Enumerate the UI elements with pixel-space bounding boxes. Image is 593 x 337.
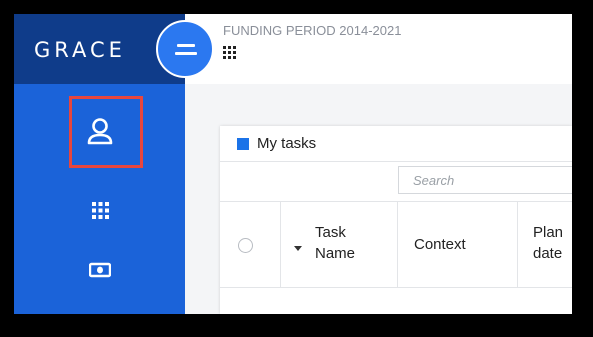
menu-toggle-button[interactable]: [156, 20, 214, 78]
column-header-context[interactable]: Context: [414, 234, 466, 255]
user-icon: [87, 118, 113, 145]
column-divider: [280, 202, 281, 288]
column-header-planned-line2: date: [533, 245, 563, 262]
column-divider: [397, 202, 398, 288]
screenshot-frame: GRACE FUNDING PERIOD 2014-2021 My tasks …: [0, 0, 593, 337]
sidebar-item-finance[interactable]: [82, 252, 118, 288]
sidebar-item-profile[interactable]: [82, 114, 118, 150]
card-header: My tasks: [220, 126, 572, 162]
table-header-row: Task Name Context Plan date: [220, 202, 572, 288]
my-tasks-card: My tasks Task Name Context Plan date: [220, 126, 572, 314]
search-input[interactable]: [398, 166, 572, 194]
hamburger-icon-bar: [175, 52, 197, 55]
column-divider: [517, 202, 518, 288]
search-row: [220, 162, 572, 202]
column-header-planned-line1: Plan: [533, 224, 564, 241]
apps-grid-icon[interactable]: [223, 46, 236, 59]
money-icon: [89, 262, 111, 278]
select-all-radio[interactable]: [238, 238, 253, 253]
column-header-planned-date[interactable]: Plan date: [533, 222, 563, 264]
apps-grid-icon: [91, 201, 109, 219]
column-header-task-name[interactable]: Task Name: [315, 222, 355, 264]
sidebar-item-apps[interactable]: [82, 192, 118, 228]
funding-period-label: FUNDING PERIOD 2014-2021: [223, 23, 402, 38]
hamburger-icon: [177, 44, 195, 47]
sort-caret-icon[interactable]: [294, 246, 302, 251]
tasks-square-icon: [237, 138, 249, 150]
top-header: FUNDING PERIOD 2014-2021: [185, 14, 572, 84]
brand-logo: GRACE: [34, 38, 126, 62]
column-header-task-line1: Task: [315, 224, 346, 241]
app-window: GRACE FUNDING PERIOD 2014-2021 My tasks …: [14, 14, 572, 314]
card-title: My tasks: [257, 135, 317, 152]
column-header-task-line2: Name: [315, 245, 356, 262]
